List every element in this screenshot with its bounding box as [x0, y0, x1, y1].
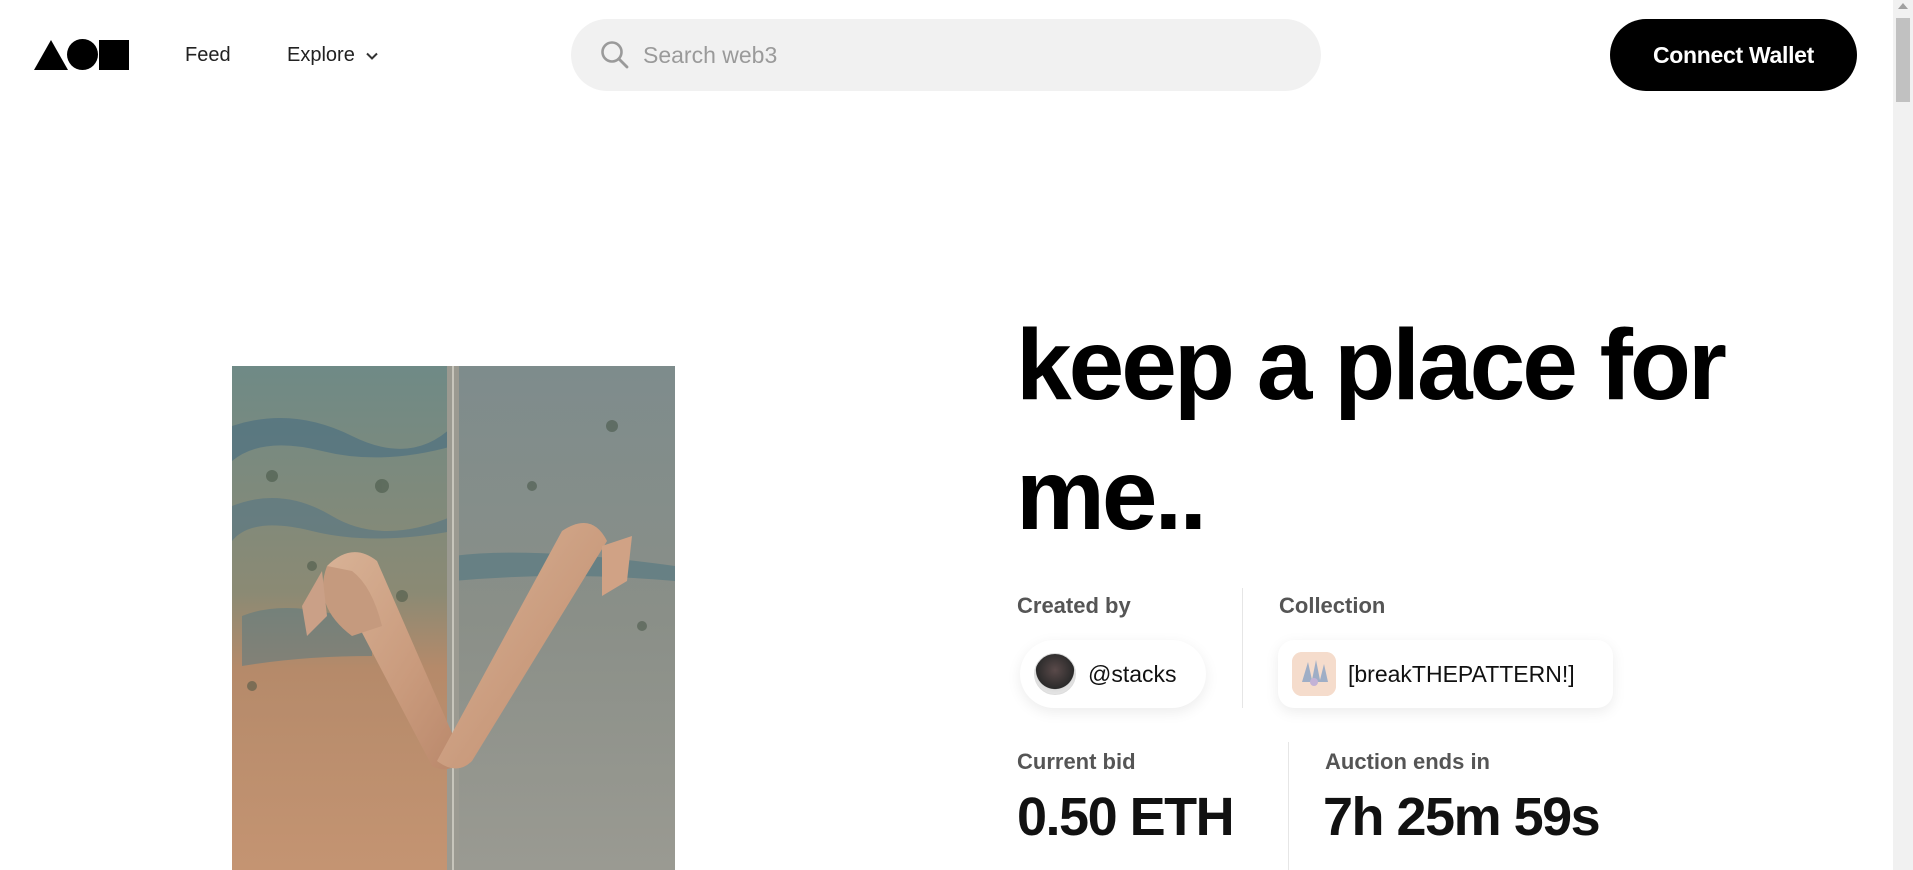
search-bar[interactable] [571, 19, 1321, 91]
collection-link[interactable]: [breakTHEPATTERN!] [1278, 640, 1613, 708]
artwork-image[interactable] [232, 366, 675, 870]
auction-divider [1288, 742, 1289, 870]
creator-avatar [1034, 653, 1076, 695]
artwork-collage [232, 366, 675, 870]
collection-name: [breakTHEPATTERN!] [1348, 660, 1575, 687]
scroll-up-arrow-icon[interactable] [1898, 3, 1908, 9]
auction-countdown: 7h 25m 59s [1323, 787, 1601, 847]
collection-avatar [1292, 652, 1336, 696]
logo-triangle [34, 40, 68, 70]
meta-divider [1242, 588, 1243, 708]
artwork-title: keep a place for me.. [1016, 309, 1727, 551]
created-by-label: Created by [1017, 593, 1131, 618]
scrollbar-thumb[interactable] [1896, 18, 1910, 102]
scrollbar[interactable] [1893, 0, 1913, 870]
search-icon [601, 41, 629, 69]
creator-link[interactable]: @stacks [1020, 640, 1206, 708]
nav-explore-label: Explore [287, 44, 355, 66]
logo-square [99, 40, 129, 70]
search-input[interactable] [641, 40, 1245, 70]
collection-label: Collection [1279, 593, 1386, 618]
chevron-down-icon [366, 52, 378, 60]
logo[interactable] [34, 39, 131, 70]
current-bid-label: Current bid [1017, 749, 1136, 774]
connect-wallet-button[interactable]: Connect Wallet [1610, 19, 1857, 91]
creator-handle: @stacks [1088, 660, 1177, 687]
logo-circle [67, 39, 98, 70]
current-bid-value: 0.50 ETH [1017, 787, 1235, 847]
auction-ends-label: Auction ends in [1325, 749, 1490, 774]
nav-feed-link[interactable]: Feed [185, 43, 231, 67]
nav-explore-dropdown[interactable]: Explore [287, 43, 379, 67]
